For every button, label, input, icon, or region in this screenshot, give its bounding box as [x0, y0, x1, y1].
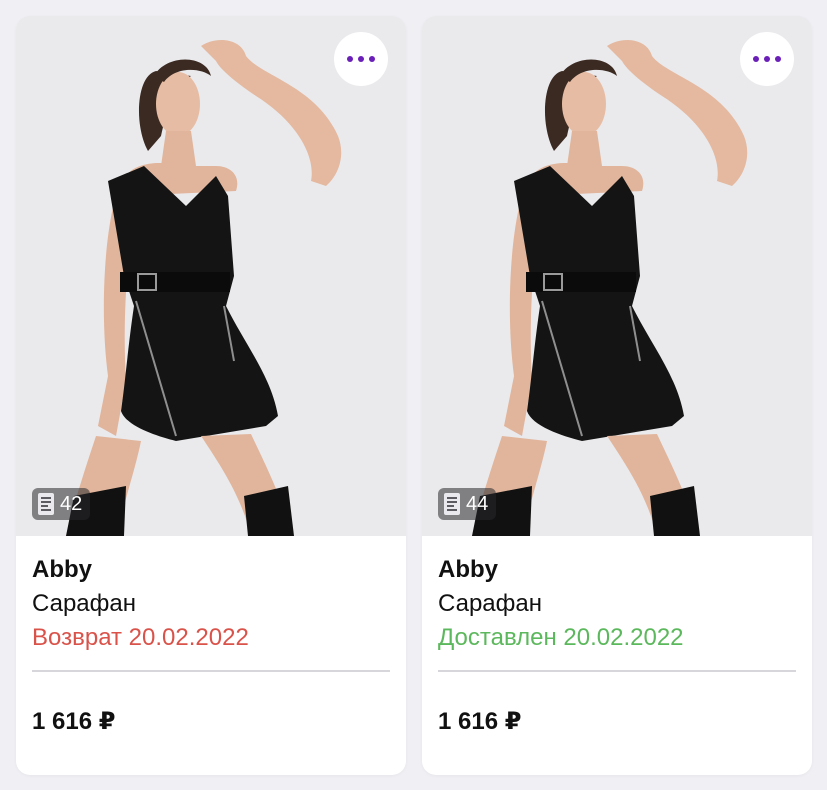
divider: [32, 670, 390, 672]
more-options-button[interactable]: [740, 32, 794, 86]
product-photo[interactable]: 42: [16, 16, 406, 536]
document-icon: [38, 493, 54, 515]
model-in-black-dress-image: [16, 16, 406, 536]
product-card[interactable]: 42 Abby Сарафан Возврат 20.02.2022 1 616…: [16, 16, 406, 775]
product-grid: 42 Abby Сарафан Возврат 20.02.2022 1 616…: [0, 0, 827, 790]
model-in-black-dress-image: [422, 16, 812, 536]
more-icon-dot: [358, 56, 364, 62]
more-icon-dot: [753, 56, 759, 62]
reviews-badge: 44: [438, 488, 497, 520]
product-brand: Abby: [438, 556, 498, 583]
product-name: Сарафан: [438, 590, 542, 617]
product-name: Сарафан: [32, 590, 136, 617]
order-status: Возврат 20.02.2022: [32, 624, 249, 651]
product-info: Abby Сарафан Доставлен 20.02.2022 1 616 …: [422, 536, 812, 738]
more-icon-dot: [369, 56, 375, 62]
reviews-count: 42: [60, 492, 83, 515]
document-icon: [444, 493, 460, 515]
product-photo[interactable]: 44: [422, 16, 812, 536]
reviews-badge: 42: [32, 488, 91, 520]
more-options-button[interactable]: [334, 32, 388, 86]
product-card[interactable]: 44 Abby Сарафан Доставлен 20.02.2022 1 6…: [422, 16, 812, 775]
more-icon-dot: [764, 56, 770, 62]
order-status: Доставлен 20.02.2022: [438, 624, 684, 651]
divider: [438, 670, 796, 672]
reviews-count: 44: [466, 492, 489, 515]
product-brand: Abby: [32, 556, 92, 583]
product-info: Abby Сарафан Возврат 20.02.2022 1 616 ₽: [16, 536, 406, 738]
product-price: 1 616 ₽: [438, 708, 522, 735]
more-icon-dot: [347, 56, 353, 62]
more-icon-dot: [775, 56, 781, 62]
product-price: 1 616 ₽: [32, 708, 116, 735]
